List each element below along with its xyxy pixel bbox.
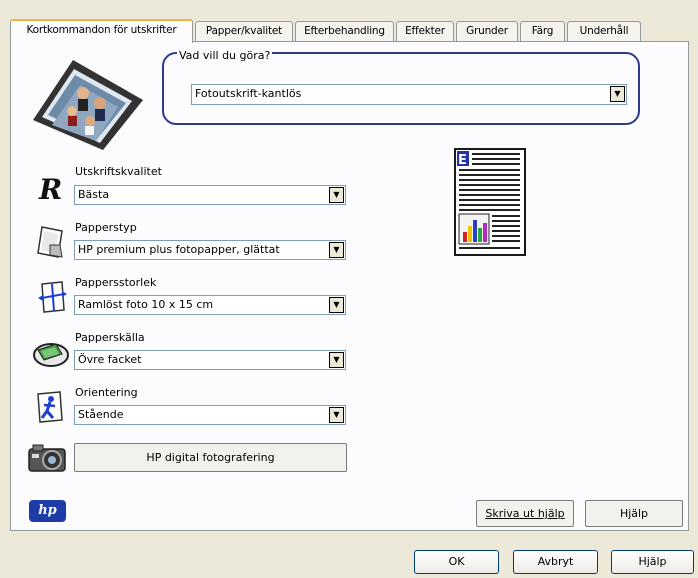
task-select[interactable]: Fotoutskrift-kantlös ▼	[191, 84, 627, 105]
paper-size-icon	[38, 281, 67, 313]
chevron-down-icon[interactable]: ▼	[329, 297, 344, 313]
ok-button[interactable]: OK	[414, 550, 499, 574]
tab-print-shortcuts[interactable]: Kortkommandon för utskrifter	[10, 19, 193, 43]
print-quality-icon: R	[38, 173, 62, 204]
quality-select[interactable]: Bästa ▼	[74, 185, 346, 205]
tab-effects[interactable]: Effekter	[396, 21, 454, 41]
orientation-value: Stående	[78, 408, 124, 421]
task-value: Fotoutskrift-kantlös	[195, 87, 302, 100]
chevron-down-icon[interactable]: ▼	[329, 187, 344, 203]
hp-digital-photography-button[interactable]: HP digital fotografering	[74, 443, 347, 472]
cancel-button[interactable]: Avbryt	[513, 550, 598, 574]
orientation-label: Orientering	[75, 386, 138, 399]
print-help-button[interactable]: Skriva ut hjälp	[476, 500, 574, 527]
paper-source-icon	[33, 343, 69, 367]
tab-label: Färg	[531, 25, 554, 37]
task-legend: Vad vill du göra?	[177, 49, 273, 62]
hp-logo-text: hp	[38, 503, 57, 518]
tab-maintenance[interactable]: Underhåll	[567, 21, 641, 41]
paper-size-label: Pappersstorlek	[75, 276, 157, 289]
tab-label: Papper/kvalitet	[205, 25, 283, 37]
paper-type-value: HP premium plus fotopapper, glättat	[78, 243, 280, 256]
hp-logo: hp	[29, 500, 66, 522]
orientation-icon	[37, 391, 63, 423]
paper-size-value: Ramlöst foto 10 x 15 cm	[78, 298, 214, 311]
paper-source-select[interactable]: Övre facket ▼	[74, 350, 346, 370]
tab-color[interactable]: Färg	[520, 21, 565, 41]
paper-source-label: Papperskälla	[75, 331, 145, 344]
chevron-down-icon[interactable]: ▼	[329, 242, 344, 258]
tab-label: Effekter	[405, 25, 445, 37]
help-button[interactable]: Hjälp	[585, 500, 683, 527]
orientation-select[interactable]: Stående ▼	[74, 405, 346, 425]
tab-label: Efterbehandling	[304, 25, 385, 37]
tab-label: Grunder	[466, 25, 508, 37]
chevron-down-icon[interactable]: ▼	[329, 407, 344, 423]
tab-basics[interactable]: Grunder	[456, 21, 518, 41]
tab-label: Underhåll	[579, 25, 629, 37]
paper-size-select[interactable]: Ramlöst foto 10 x 15 cm ▼	[74, 295, 346, 315]
tab-label: Kortkommandon för utskrifter	[26, 24, 177, 36]
tab-paper-quality[interactable]: Papper/kvalitet	[195, 21, 293, 41]
chevron-down-icon[interactable]: ▼	[610, 86, 625, 102]
quality-label: Utskriftskvalitet	[75, 165, 162, 178]
svg-text:R: R	[38, 173, 62, 204]
quality-value: Bästa	[78, 188, 110, 201]
preview-letter: E	[458, 153, 467, 168]
camera-icon	[28, 444, 66, 472]
paper-source-value: Övre facket	[78, 353, 142, 366]
chevron-down-icon[interactable]: ▼	[329, 352, 344, 368]
paper-type-icon	[37, 226, 63, 258]
footer-help-button[interactable]: Hjälp	[611, 550, 694, 574]
document-preview-icon: E	[454, 148, 526, 256]
paper-type-label: Papperstyp	[75, 221, 137, 234]
photo-print-icon	[33, 60, 143, 150]
tab-finishing[interactable]: Efterbehandling	[295, 21, 394, 41]
paper-type-select[interactable]: HP premium plus fotopapper, glättat ▼	[74, 240, 346, 260]
